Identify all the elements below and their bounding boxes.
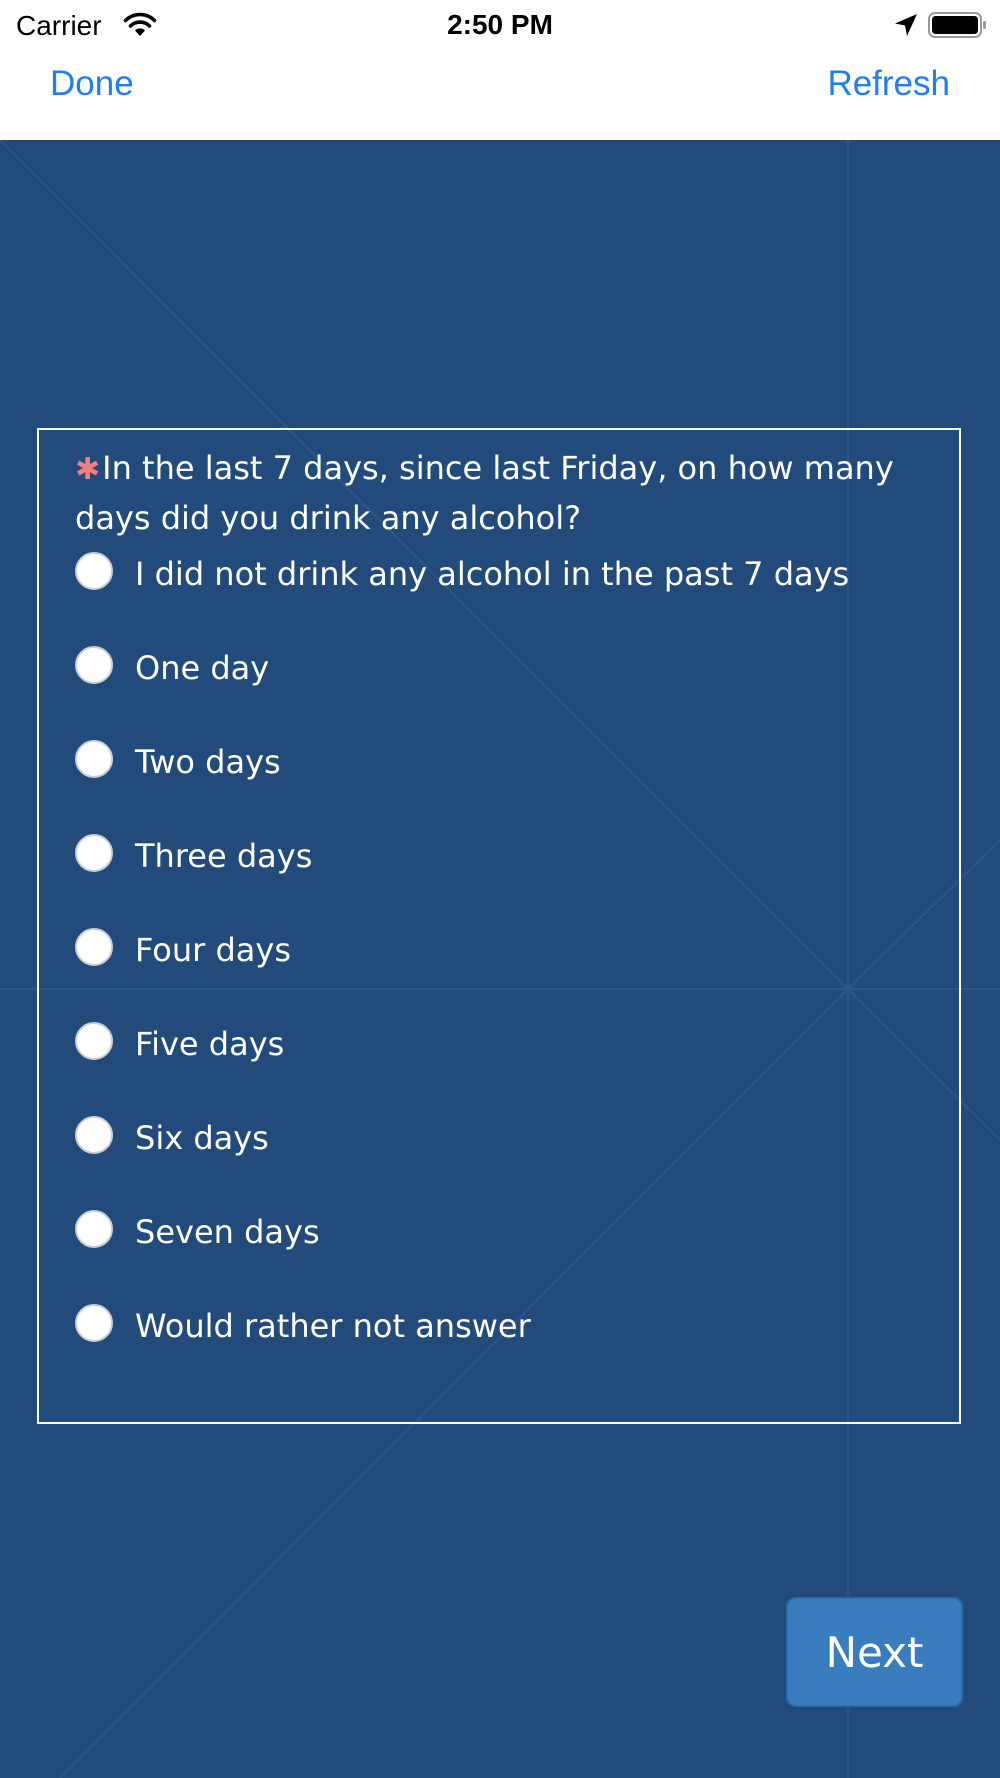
option-five-days[interactable]: Five days xyxy=(75,1022,915,1082)
question-text: In the last 7 days, since last Friday, o… xyxy=(75,449,894,537)
radio-button[interactable] xyxy=(75,552,113,590)
option-label: Would rather not answer xyxy=(135,1307,531,1345)
status-bar: Carrier 2:50 PM xyxy=(0,0,1000,50)
option-four-days[interactable]: Four days xyxy=(75,928,915,988)
option-label: Four days xyxy=(135,931,291,969)
radio-button[interactable] xyxy=(75,1116,113,1154)
refresh-button[interactable]: Refresh xyxy=(827,64,950,104)
option-label: One day xyxy=(135,649,270,687)
radio-button[interactable] xyxy=(75,1022,113,1060)
option-label: Three days xyxy=(135,837,313,875)
option-seven-days[interactable]: Seven days xyxy=(75,1210,915,1270)
radio-button[interactable] xyxy=(75,646,113,684)
option-one-day[interactable]: One day xyxy=(75,646,915,706)
navigation-bar: Done Refresh xyxy=(0,50,1000,140)
radio-button[interactable] xyxy=(75,1304,113,1342)
option-label: Five days xyxy=(135,1025,285,1063)
option-label: Six days xyxy=(135,1119,269,1157)
option-label: Two days xyxy=(135,743,281,781)
required-marker: ✱ xyxy=(75,452,101,487)
radio-button[interactable] xyxy=(75,834,113,872)
radio-button[interactable] xyxy=(75,740,113,778)
option-no-alcohol[interactable]: I did not drink any alcohol in the past … xyxy=(75,552,915,612)
location-arrow-icon xyxy=(895,14,917,36)
option-label: Seven days xyxy=(135,1213,320,1251)
battery-icon xyxy=(928,12,986,38)
option-two-days[interactable]: Two days xyxy=(75,740,915,800)
question-prompt: ✱In the last 7 days, since last Friday, … xyxy=(75,444,925,543)
option-rather-not-answer[interactable]: Would rather not answer xyxy=(75,1304,915,1364)
status-time: 2:50 PM xyxy=(447,9,553,40)
done-button[interactable]: Done xyxy=(50,64,134,104)
radio-button[interactable] xyxy=(75,928,113,966)
survey-content: ✱In the last 7 days, since last Friday, … xyxy=(0,140,1000,1778)
option-three-days[interactable]: Three days xyxy=(75,834,915,894)
next-button[interactable]: Next xyxy=(786,1597,963,1707)
option-label: I did not drink any alcohol in the past … xyxy=(135,555,850,593)
question-card: ✱In the last 7 days, since last Friday, … xyxy=(37,428,961,1424)
radio-button[interactable] xyxy=(75,1210,113,1248)
option-six-days[interactable]: Six days xyxy=(75,1116,915,1176)
